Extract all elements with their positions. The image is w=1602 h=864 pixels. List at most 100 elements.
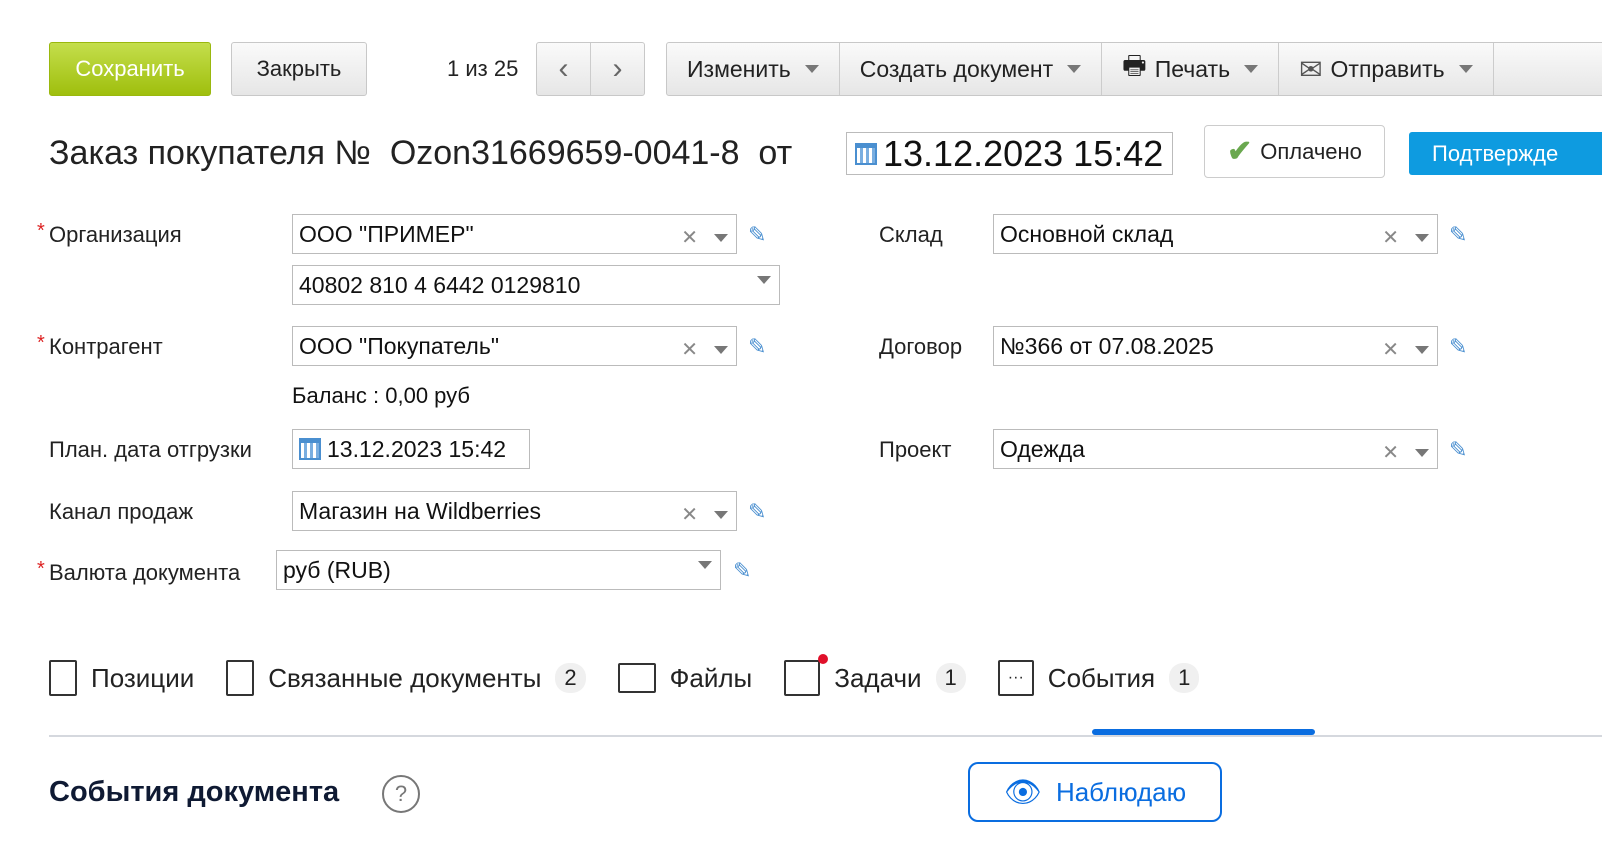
tab-label: События — [1047, 662, 1156, 693]
print-label: Печать — [1154, 55, 1231, 82]
help-icon[interactable]: ? — [382, 775, 420, 813]
prev-button[interactable]: ‹ — [537, 43, 590, 95]
pencil-icon[interactable]: ✎ — [1449, 437, 1467, 463]
confirm-button[interactable]: Подтвержде — [1409, 132, 1602, 175]
count-badge: 1 — [1169, 663, 1200, 693]
warehouse-value: Основной склад — [1000, 220, 1174, 247]
active-tab-indicator — [1092, 729, 1315, 735]
pager-nav: ‹ › — [536, 42, 645, 96]
create-label: Создать документ — [859, 55, 1054, 82]
checkmark-icon: ✔ — [1227, 135, 1253, 168]
ship-date-input[interactable]: 13.12.2023 15:42 — [292, 429, 530, 469]
watch-button[interactable]: 👁 Наблюдаю — [968, 762, 1222, 822]
organization-value: ООО "ПРИМЕР" — [299, 220, 474, 247]
clear-icon[interactable]: ✕ — [1382, 225, 1399, 250]
organization-label: Организация — [37, 220, 182, 248]
caret-down-icon[interactable] — [714, 510, 728, 519]
tab-events[interactable]: ··· События 1 — [997, 660, 1200, 696]
ship-date-value: 13.12.2023 15:42 — [327, 435, 507, 462]
date-value: 13.12.2023 15:42 — [883, 132, 1164, 174]
clipboard-icon — [49, 660, 77, 696]
contractor-value: ООО "Покупатель" — [299, 332, 499, 359]
printer-icon: 🖶 — [1122, 50, 1147, 80]
action-menu: Изменить Создать документ 🖶 Печать ✉ Отпра… — [666, 42, 1602, 96]
caret-down-icon — [1067, 65, 1082, 73]
close-button[interactable]: Закрыть — [231, 42, 367, 96]
contract-select[interactable]: №366 от 07.08.2025 ✕ — [993, 326, 1438, 366]
caret-down-icon[interactable] — [714, 233, 728, 242]
pencil-icon[interactable]: ✎ — [733, 558, 751, 584]
currency-label: Валюта документа — [37, 558, 240, 586]
send-label: Отправить — [1330, 55, 1445, 82]
project-value: Одежда — [1000, 435, 1085, 462]
tab-label: Связанные документы — [268, 662, 542, 693]
status-paid-button[interactable]: ✔ Оплачено — [1204, 125, 1385, 178]
clear-icon[interactable]: ✕ — [681, 225, 698, 250]
clear-icon[interactable]: ✕ — [681, 502, 698, 527]
pencil-icon[interactable]: ✎ — [1449, 334, 1467, 360]
project-label: Проект — [879, 437, 952, 462]
tab-positions[interactable]: Позиции — [49, 660, 194, 696]
tab-files[interactable]: Файлы — [617, 662, 753, 694]
clear-icon[interactable]: ✕ — [1382, 440, 1399, 465]
count-badge: 2 — [555, 663, 586, 693]
sales-channel-label: Канал продаж — [49, 499, 194, 524]
sales-channel-value: Магазин на Wildberries — [299, 497, 542, 524]
caret-down-icon[interactable] — [1415, 345, 1429, 354]
contract-label: Договор — [879, 334, 963, 359]
account-value: 40802 810 4 6442 0129810 — [299, 271, 581, 298]
eye-icon: 👁 — [1003, 775, 1042, 809]
organization-select[interactable]: ООО "ПРИМЕР" ✕ — [292, 214, 737, 254]
tab-divider — [49, 735, 1602, 737]
caret-down-icon — [804, 65, 819, 73]
create-document-menu-button[interactable]: Создать документ — [840, 43, 1103, 95]
caret-down-icon — [1244, 65, 1259, 73]
caret-down-icon — [1458, 65, 1473, 73]
calendar-icon — [299, 438, 321, 460]
pencil-icon[interactable]: ✎ — [748, 222, 766, 248]
caret-down-icon[interactable] — [1415, 448, 1429, 457]
caret-down-icon[interactable] — [757, 276, 771, 284]
currency-select[interactable]: руб (RUB) — [276, 550, 721, 590]
tab-tasks[interactable]: Задачи 1 — [784, 654, 966, 696]
next-button[interactable]: › — [590, 43, 644, 95]
edit-label: Изменить — [687, 55, 791, 82]
sales-channel-select[interactable]: Магазин на Wildberries ✕ — [292, 491, 737, 531]
account-select[interactable]: 40802 810 4 6442 0129810 — [292, 265, 780, 305]
edit-menu-button[interactable]: Изменить — [667, 43, 840, 95]
warehouse-label: Склад — [879, 222, 943, 247]
notification-dot — [818, 654, 829, 664]
pencil-icon[interactable]: ✎ — [1449, 222, 1467, 248]
count-badge: 1 — [935, 663, 966, 693]
tab-label: Задачи — [834, 662, 922, 693]
caret-down-icon[interactable] — [698, 561, 712, 569]
contract-value: №366 от 07.08.2025 — [1000, 332, 1214, 359]
send-menu-button[interactable]: ✉ Отправить — [1279, 43, 1494, 95]
clear-icon[interactable]: ✕ — [681, 337, 698, 362]
balance-text: Баланс : 0,00 руб — [292, 383, 470, 408]
pager-text: 1 из 25 — [447, 56, 519, 81]
status-label: Оплачено — [1260, 138, 1362, 164]
pencil-icon[interactable]: ✎ — [748, 499, 766, 525]
document-date-input[interactable]: 13.12.2023 15:42 — [846, 132, 1173, 175]
document-icon — [226, 660, 255, 696]
caret-down-icon[interactable] — [1415, 233, 1429, 242]
watch-label: Наблюдаю — [1055, 776, 1187, 807]
folder-icon — [617, 663, 656, 693]
currency-value: руб (RUB) — [283, 556, 391, 583]
contractor-label: Контрагент — [37, 332, 163, 360]
print-menu-button[interactable]: 🖶 Печать — [1102, 43, 1280, 95]
tasks-icon — [784, 654, 829, 696]
warehouse-select[interactable]: Основной склад ✕ — [993, 214, 1438, 254]
envelope-icon: ✉ — [1299, 53, 1323, 85]
pencil-icon[interactable]: ✎ — [748, 334, 766, 360]
tab-label: Файлы — [669, 662, 753, 693]
tab-related-documents[interactable]: Связанные документы 2 — [226, 660, 586, 696]
project-select[interactable]: Одежда ✕ — [993, 429, 1438, 469]
clear-icon[interactable]: ✕ — [1382, 337, 1399, 362]
save-button[interactable]: Сохранить — [49, 42, 211, 96]
calendar-icon — [855, 142, 877, 165]
caret-down-icon[interactable] — [714, 345, 728, 354]
contractor-select[interactable]: ООО "Покупатель" ✕ — [292, 326, 737, 366]
events-heading: События документа — [49, 776, 340, 808]
